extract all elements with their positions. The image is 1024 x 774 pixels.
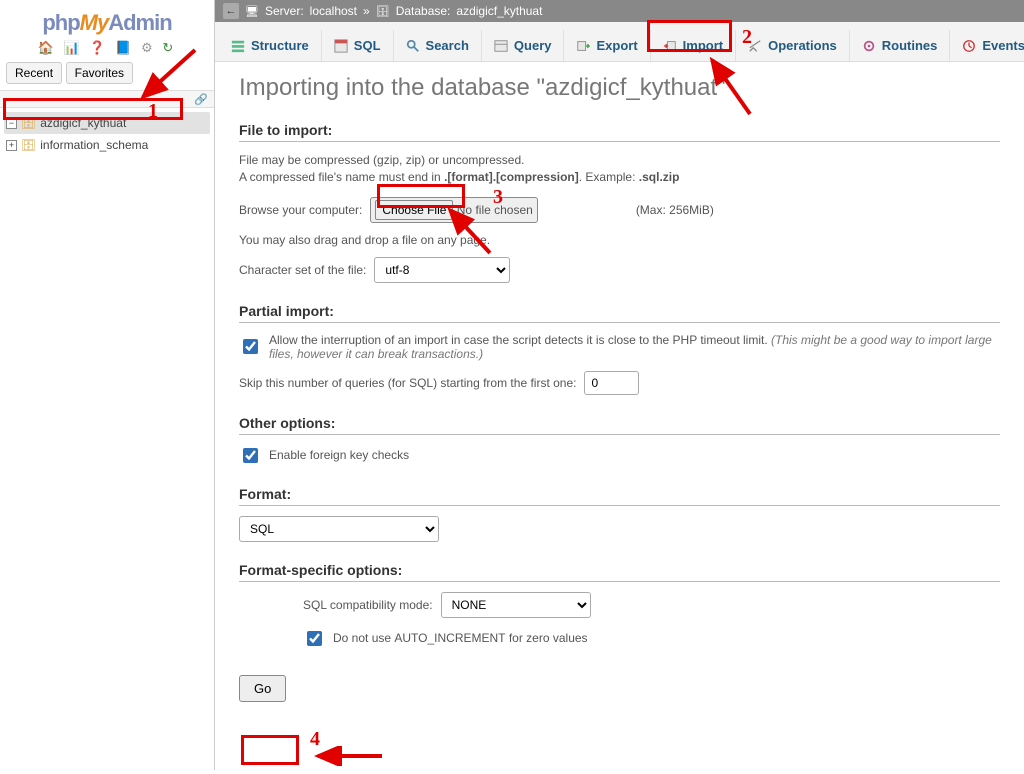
- structure-icon: [231, 39, 245, 53]
- tree-label: azdigicf_kythuat: [40, 113, 126, 133]
- import-icon: [663, 39, 677, 53]
- compressed-hint: File may be compressed (gzip, zip) or un…: [239, 152, 1000, 187]
- fk-row: Enable foreign key checks: [239, 445, 1000, 466]
- tab-label: Export: [596, 38, 637, 53]
- section-file: File to import:: [239, 122, 1000, 142]
- routines-icon: [862, 39, 876, 53]
- home-icon[interactable]: 🏠: [38, 40, 57, 56]
- compat-row: SQL compatibility mode: NONE: [239, 592, 1000, 618]
- tab-sql[interactable]: SQL: [322, 30, 394, 61]
- choose-file-button[interactable]: Choose File: [375, 200, 453, 220]
- fk-label: Enable foreign key checks: [269, 448, 409, 462]
- autoinc-label: Do not use AUTO_INCREMENT for zero value…: [333, 631, 588, 645]
- events-icon: [962, 39, 976, 53]
- sidebar-filter-row: 🔗: [0, 90, 214, 108]
- database-icon: 🗄: [21, 113, 36, 133]
- page-content: Importing into the database "azdigicf_ky…: [215, 62, 1024, 774]
- tab-import[interactable]: Import: [651, 30, 736, 61]
- db-tree: − 🗄 azdigicf_kythuat + 🗄 information_sch…: [0, 108, 214, 160]
- skip-row: Skip this number of queries (for SQL) st…: [239, 371, 1000, 395]
- db-label: Database:: [396, 4, 451, 18]
- recent-tab[interactable]: Recent: [6, 62, 62, 84]
- tab-operations[interactable]: Operations: [736, 30, 850, 61]
- go-button[interactable]: Go: [239, 675, 286, 702]
- collapse-icon[interactable]: −: [6, 118, 17, 129]
- stats-icon[interactable]: 📊: [64, 40, 83, 56]
- sidebar-toolbar: 🏠 📊 ❓ 📘 ⚙ ↻: [0, 40, 214, 62]
- max-size-label: (Max: 256MiB): [636, 203, 714, 217]
- tab-label: Import: [683, 38, 723, 53]
- sidebar-tabs: Recent Favorites: [0, 62, 214, 90]
- charset-row: Character set of the file: utf-8: [239, 257, 1000, 283]
- breadcrumb: ← 🖥 Server: localhost » 🗄 Database: azdi…: [215, 0, 1024, 22]
- reload-icon[interactable]: ↻: [162, 40, 176, 56]
- topnav: Structure SQL Search Query Export Import…: [215, 22, 1024, 62]
- tab-label: Events: [982, 38, 1024, 53]
- server-label: Server:: [265, 4, 304, 18]
- go-row: Go: [239, 675, 1000, 702]
- database-icon: 🗄: [21, 135, 36, 155]
- server-link[interactable]: localhost: [310, 4, 357, 18]
- page-title: Importing into the database "azdigicf_ky…: [239, 74, 1000, 102]
- allow-interrupt-checkbox[interactable]: [243, 339, 258, 354]
- autoinc-row: Do not use AUTO_INCREMENT for zero value…: [239, 628, 1000, 649]
- main-area: ← 🖥 Server: localhost » 🗄 Database: azdi…: [215, 0, 1024, 770]
- query-icon: [494, 39, 508, 53]
- no-file-label: No file chosen: [457, 203, 533, 217]
- section-other: Other options:: [239, 415, 1000, 435]
- file-input-wrap: Choose File No file chosen: [370, 197, 537, 223]
- browse-row: Browse your computer: Choose File No fil…: [239, 197, 1000, 223]
- favorites-tab[interactable]: Favorites: [66, 62, 133, 84]
- partial-check-row: Allow the interruption of an import in c…: [239, 333, 1000, 361]
- sidebar: phpMyAdmin 🏠 📊 ❓ 📘 ⚙ ↻ Recent Favorites …: [0, 0, 215, 770]
- settings-icon[interactable]: ⚙: [141, 40, 156, 56]
- drag-hint: You may also drag and drop a file on any…: [239, 233, 1000, 247]
- tab-events[interactable]: Events: [950, 30, 1024, 61]
- sql-icon: [334, 39, 348, 53]
- tab-query[interactable]: Query: [482, 30, 565, 61]
- nav-back-icon[interactable]: ←: [223, 3, 239, 19]
- tab-label: SQL: [354, 38, 381, 53]
- compat-label: SQL compatibility mode:: [303, 598, 433, 612]
- database-icon: 🗄: [376, 5, 390, 18]
- tree-item-infoschema[interactable]: + 🗄 information_schema: [4, 134, 210, 156]
- section-partial: Partial import:: [239, 303, 1000, 323]
- tab-label: Operations: [768, 38, 837, 53]
- charset-select[interactable]: utf-8: [374, 257, 510, 283]
- fk-checkbox[interactable]: [243, 448, 258, 463]
- skip-label: Skip this number of queries (for SQL) st…: [239, 376, 576, 390]
- breadcrumb-sep: »: [363, 4, 370, 18]
- tree-item-azdigicf[interactable]: − 🗄 azdigicf_kythuat: [4, 112, 210, 134]
- browse-label: Browse your computer:: [239, 203, 362, 217]
- db-link[interactable]: azdigicf_kythuat: [456, 4, 542, 18]
- help-icon[interactable]: ❓: [89, 40, 108, 56]
- tab-label: Structure: [251, 38, 309, 53]
- expand-icon[interactable]: +: [6, 140, 17, 151]
- tree-label: information_schema: [40, 135, 148, 155]
- format-select[interactable]: SQL: [239, 516, 439, 542]
- sql-icon[interactable]: 📘: [115, 40, 134, 56]
- skip-input[interactable]: [584, 371, 639, 395]
- partial-check-label: Allow the interruption of an import in c…: [269, 333, 771, 347]
- section-format-specific: Format-specific options:: [239, 562, 1000, 582]
- tab-structure[interactable]: Structure: [219, 30, 322, 61]
- tab-export[interactable]: Export: [564, 30, 650, 61]
- tab-label: Search: [426, 38, 469, 53]
- link-icon[interactable]: 🔗: [194, 93, 208, 106]
- tab-search[interactable]: Search: [394, 30, 482, 61]
- operations-icon: [748, 39, 762, 53]
- tab-label: Routines: [882, 38, 938, 53]
- autoinc-checkbox[interactable]: [307, 631, 322, 646]
- tab-routines[interactable]: Routines: [850, 30, 951, 61]
- format-row: SQL: [239, 516, 1000, 542]
- tab-label: Query: [514, 38, 552, 53]
- compat-select[interactable]: NONE: [441, 592, 591, 618]
- app-logo: phpMyAdmin: [0, 0, 214, 40]
- export-icon: [576, 39, 590, 53]
- server-icon: 🖥: [245, 5, 259, 18]
- charset-label: Character set of the file:: [239, 263, 366, 277]
- search-icon: [406, 39, 420, 53]
- section-format: Format:: [239, 486, 1000, 506]
